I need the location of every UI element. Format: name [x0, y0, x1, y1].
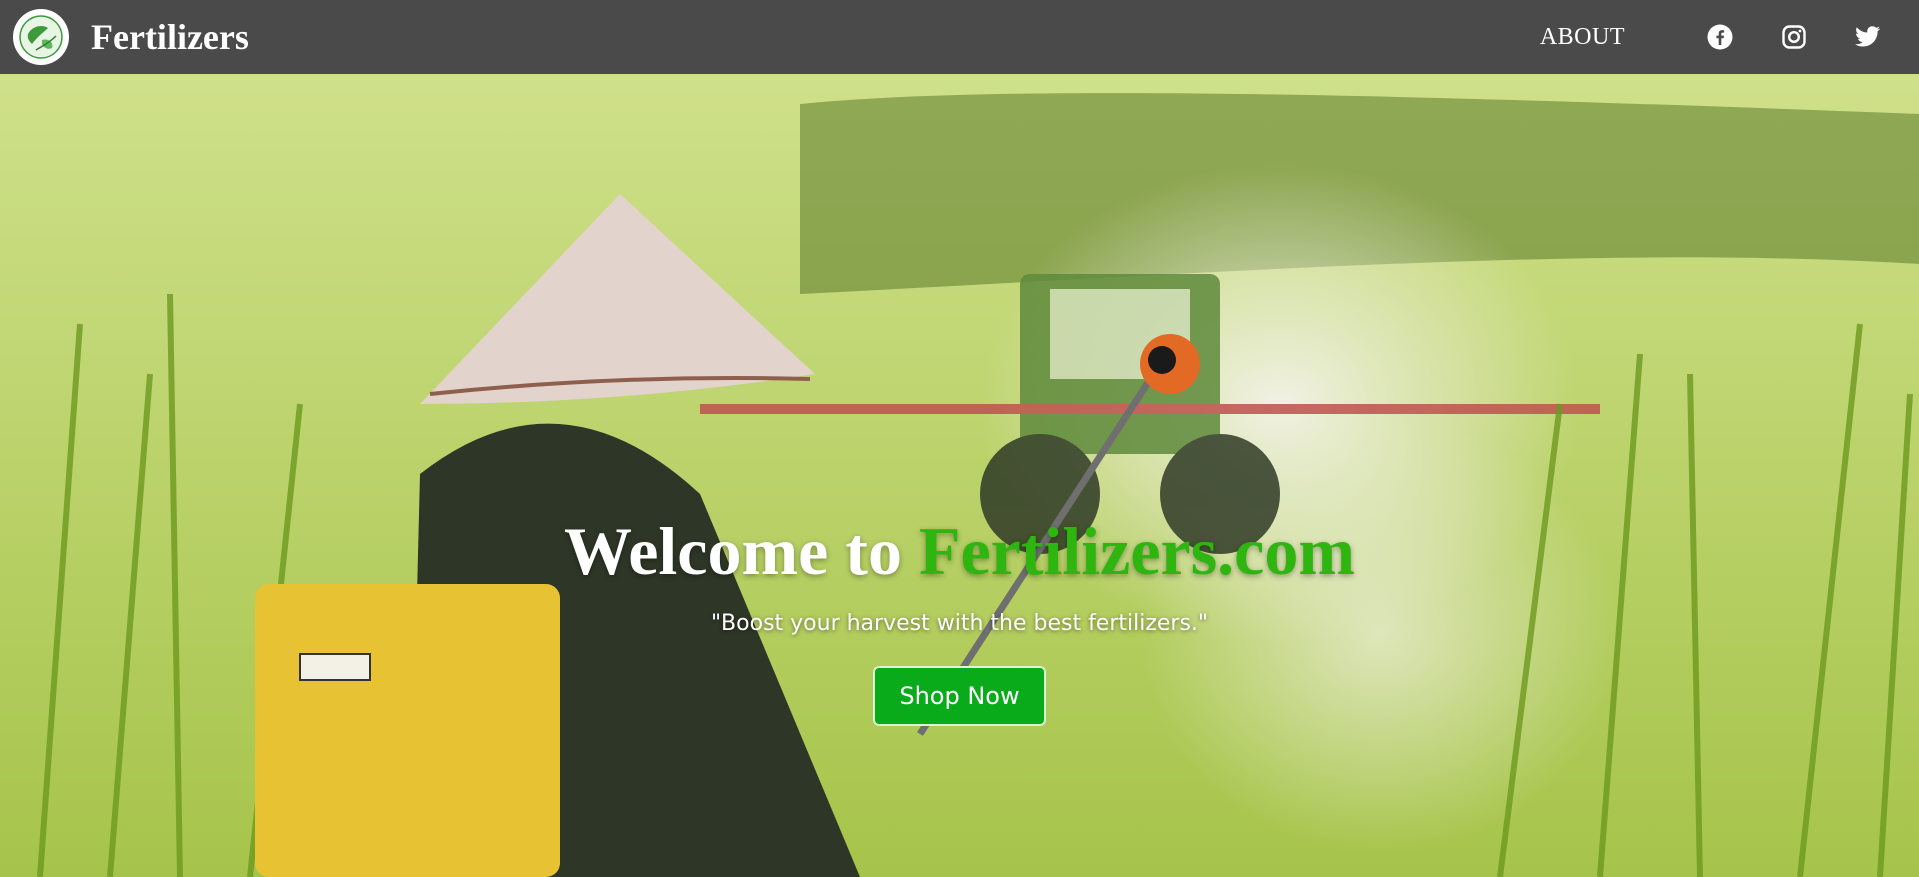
- twitter-link[interactable]: [1853, 22, 1883, 52]
- hero-section: Welcome to Fertilizers.com "Boost your h…: [0, 74, 1919, 877]
- hero-background-image: [0, 74, 1919, 877]
- hero-tagline: "Boost your harvest with the best fertil…: [710, 610, 1209, 636]
- twitter-icon: [1855, 26, 1881, 47]
- facebook-icon: [1707, 24, 1733, 50]
- facebook-link[interactable]: [1705, 22, 1735, 52]
- hero-title: Welcome to Fertilizers.com: [0, 514, 1919, 589]
- brand-name[interactable]: Fertilizers: [91, 16, 249, 58]
- instagram-link[interactable]: [1779, 22, 1809, 52]
- nav-link-about[interactable]: ABOUT: [1540, 24, 1625, 51]
- instagram-icon: [1782, 25, 1806, 49]
- globe-leaf-icon: [19, 15, 63, 59]
- nav-right: ABOUT: [1540, 22, 1883, 52]
- hero-title-prefix: Welcome to: [563, 513, 902, 589]
- navbar: Fertilizers ABOUT: [0, 0, 1919, 74]
- brand-logo[interactable]: [13, 9, 69, 65]
- hero-title-accent: Fertilizers.com: [918, 513, 1356, 589]
- shop-now-button[interactable]: Shop Now: [873, 665, 1046, 726]
- hero-content: Welcome to Fertilizers.com "Boost your h…: [0, 514, 1919, 726]
